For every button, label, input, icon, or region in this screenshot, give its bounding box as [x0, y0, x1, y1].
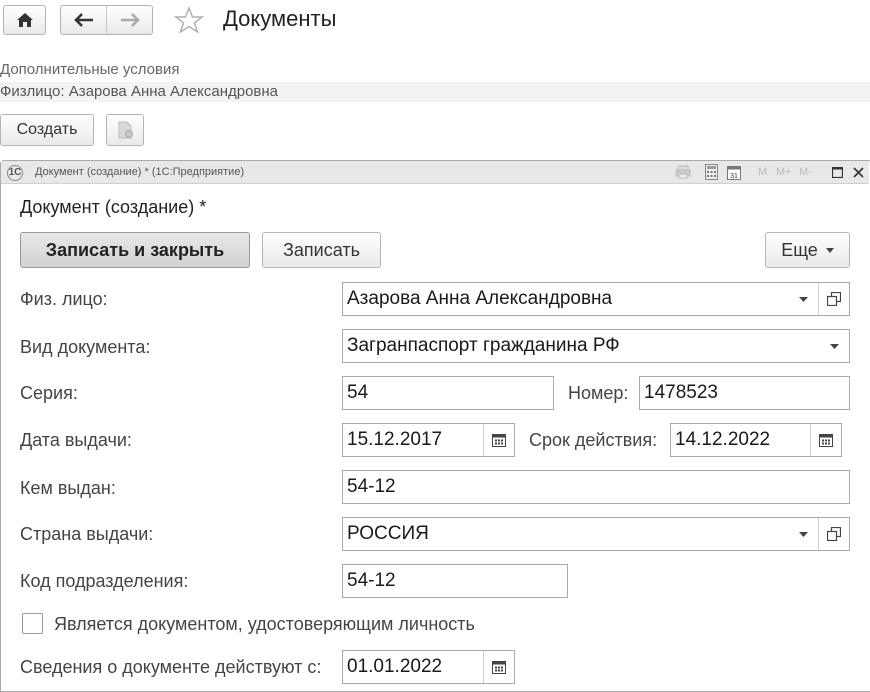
dept-code-field[interactable]: 54-12	[342, 564, 568, 598]
person-value: Азарова Анна Александровна	[347, 288, 613, 309]
memory-add-button[interactable]: M+	[776, 166, 792, 178]
window-caption: Документ (создание) * (1С:Предприятие)	[35, 166, 245, 178]
dropdown-arrow-icon	[798, 296, 808, 302]
issued-by-label: Кем выдан:	[20, 478, 116, 498]
person-dropdown-button[interactable]	[788, 283, 818, 315]
more-label: Еще	[781, 239, 818, 260]
forward-arrow-icon	[120, 13, 140, 27]
save-and-close-button[interactable]: Записать и закрыть	[20, 232, 250, 268]
open-icon	[827, 292, 841, 306]
issue-date-label: Дата выдачи:	[20, 430, 132, 450]
save-button[interactable]: Записать	[262, 232, 381, 268]
filter-person[interactable]: Физлицо: Азарова Анна Александровна	[0, 83, 278, 100]
dept-code-value: 54-12	[347, 570, 396, 591]
valid-from-calendar-button[interactable]	[484, 651, 514, 683]
more-button[interactable]: Еще	[765, 232, 850, 268]
memory-store-button[interactable]: M	[758, 166, 767, 178]
forward-button[interactable]	[107, 6, 152, 34]
valid-from-field[interactable]: 01.01.2022	[342, 650, 515, 684]
number-label: Номер:	[568, 383, 629, 403]
doc-type-field[interactable]: Загранпаспорт гражданина РФ	[342, 329, 850, 363]
copy-button[interactable]	[106, 114, 144, 146]
series-label: Серия:	[20, 383, 78, 403]
issue-date-value: 15.12.2017	[347, 429, 443, 450]
issued-by-value: 54-12	[347, 476, 396, 497]
doc-type-value: Загранпаспорт гражданина РФ	[347, 335, 620, 356]
number-field[interactable]: 1478523	[639, 376, 850, 410]
series-value: 54	[347, 382, 369, 403]
star-icon[interactable]	[174, 6, 204, 34]
dropdown-arrow-icon	[798, 531, 808, 537]
home-button[interactable]	[3, 5, 46, 35]
calendar-icon	[492, 433, 506, 447]
back-button[interactable]	[61, 6, 107, 34]
form-title: Документ (создание) *	[20, 197, 207, 217]
issue-date-calendar-button[interactable]	[484, 424, 514, 456]
home-icon	[16, 12, 34, 28]
1c-logo-icon: 1С	[7, 165, 23, 181]
calendar-icon[interactable]: 31	[727, 164, 741, 180]
series-field[interactable]: 54	[342, 376, 554, 410]
calendar-icon	[819, 433, 833, 447]
issued-by-field[interactable]: 54-12	[342, 470, 850, 504]
doc-type-label: Вид документа:	[20, 337, 151, 357]
valid-until-value: 14.12.2022	[675, 429, 771, 450]
open-icon	[827, 527, 841, 541]
doc-type-dropdown-button[interactable]	[819, 330, 849, 362]
country-value: РОССИЯ	[347, 523, 429, 544]
create-button[interactable]: Создать	[0, 114, 94, 146]
nav-buttons	[60, 5, 153, 35]
restore-icon[interactable]	[832, 167, 843, 178]
is-identity-label[interactable]: Является документом, удостоверяющим личн…	[54, 614, 475, 635]
issue-date-field[interactable]: 15.12.2017	[342, 423, 515, 457]
country-dropdown-button[interactable]	[788, 518, 818, 550]
copy-document-icon	[116, 121, 134, 139]
dept-code-label: Код подразделения:	[20, 571, 189, 591]
page-title: Документы	[223, 6, 337, 31]
calendar-icon	[492, 660, 506, 674]
person-label: Физ. лицо:	[20, 289, 108, 309]
person-field[interactable]: Азарова Анна Александровна	[342, 282, 850, 316]
valid-from-value: 01.01.2022	[347, 656, 443, 677]
country-field[interactable]: РОССИЯ	[342, 517, 850, 551]
person-open-button[interactable]	[819, 283, 849, 315]
is-identity-checkbox[interactable]	[22, 613, 43, 634]
dropdown-arrow-icon	[829, 343, 839, 349]
extra-conditions-label: Дополнительные условия	[0, 61, 180, 78]
memory-subtract-button[interactable]: M-	[799, 166, 812, 178]
valid-until-calendar-button[interactable]	[811, 424, 841, 456]
print-icon[interactable]	[675, 165, 691, 179]
calculator-icon[interactable]	[705, 164, 718, 180]
country-label: Страна выдачи:	[20, 524, 154, 544]
valid-from-label: Сведения о документе действуют с:	[20, 657, 322, 677]
number-value: 1478523	[644, 382, 718, 403]
valid-until-field[interactable]: 14.12.2022	[670, 423, 842, 457]
back-arrow-icon	[73, 13, 94, 27]
chevron-down-icon	[825, 247, 834, 253]
close-icon[interactable]	[853, 167, 864, 178]
country-open-button[interactable]	[819, 518, 849, 550]
valid-until-label: Срок действия:	[529, 430, 658, 450]
svg-text:31: 31	[730, 173, 738, 180]
